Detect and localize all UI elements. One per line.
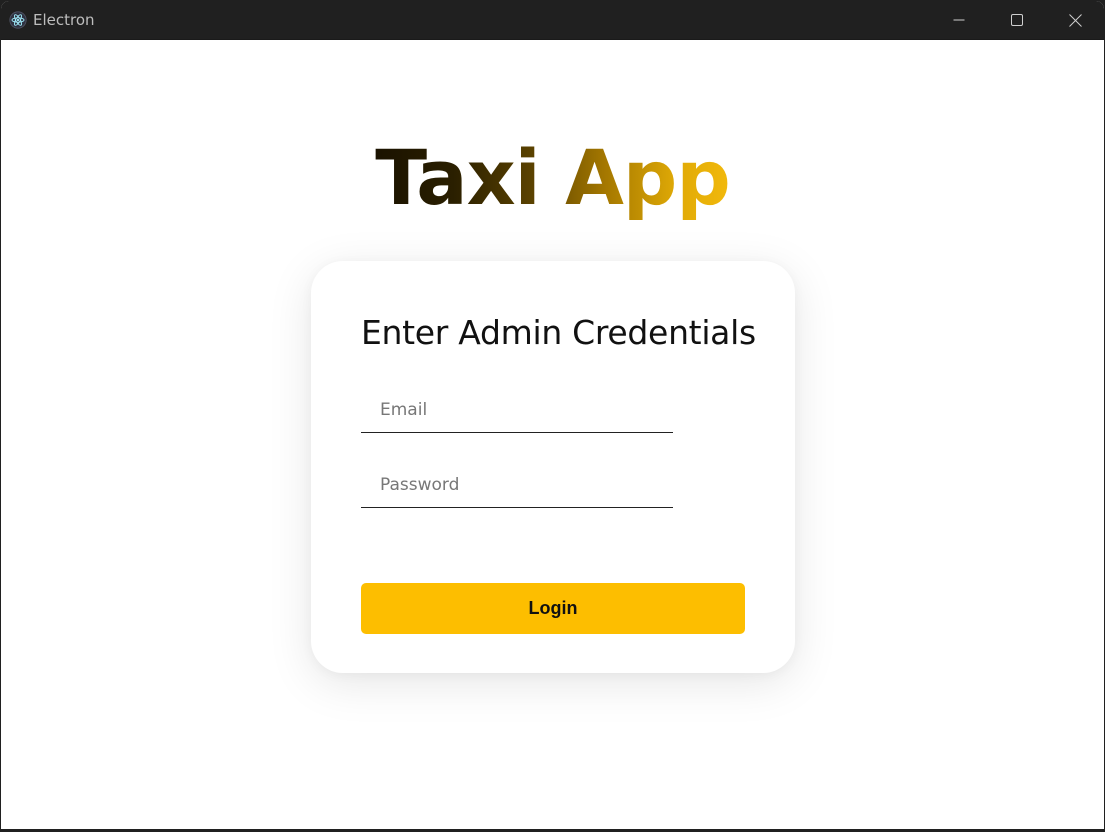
password-input[interactable] <box>361 462 673 508</box>
close-button[interactable] <box>1046 1 1104 39</box>
main-content: Taxi App Enter Admin Credentials Login <box>1 40 1104 829</box>
login-card: Enter Admin Credentials Login <box>311 261 795 673</box>
title-bar[interactable]: Electron <box>1 1 1104 40</box>
minimize-button[interactable] <box>930 1 988 39</box>
maximize-icon <box>1011 14 1023 26</box>
email-input[interactable] <box>361 387 673 433</box>
app-brand-title: Taxi App <box>375 133 730 222</box>
electron-icon <box>9 11 27 29</box>
login-title: Enter Admin Credentials <box>361 313 756 352</box>
app-window: Electron Taxi App Enter Admin Credential… <box>1 1 1104 829</box>
close-icon <box>1068 13 1082 27</box>
maximize-button[interactable] <box>988 1 1046 39</box>
login-button[interactable]: Login <box>361 583 745 634</box>
window-title: Electron <box>33 11 95 29</box>
minimize-icon <box>953 14 965 26</box>
